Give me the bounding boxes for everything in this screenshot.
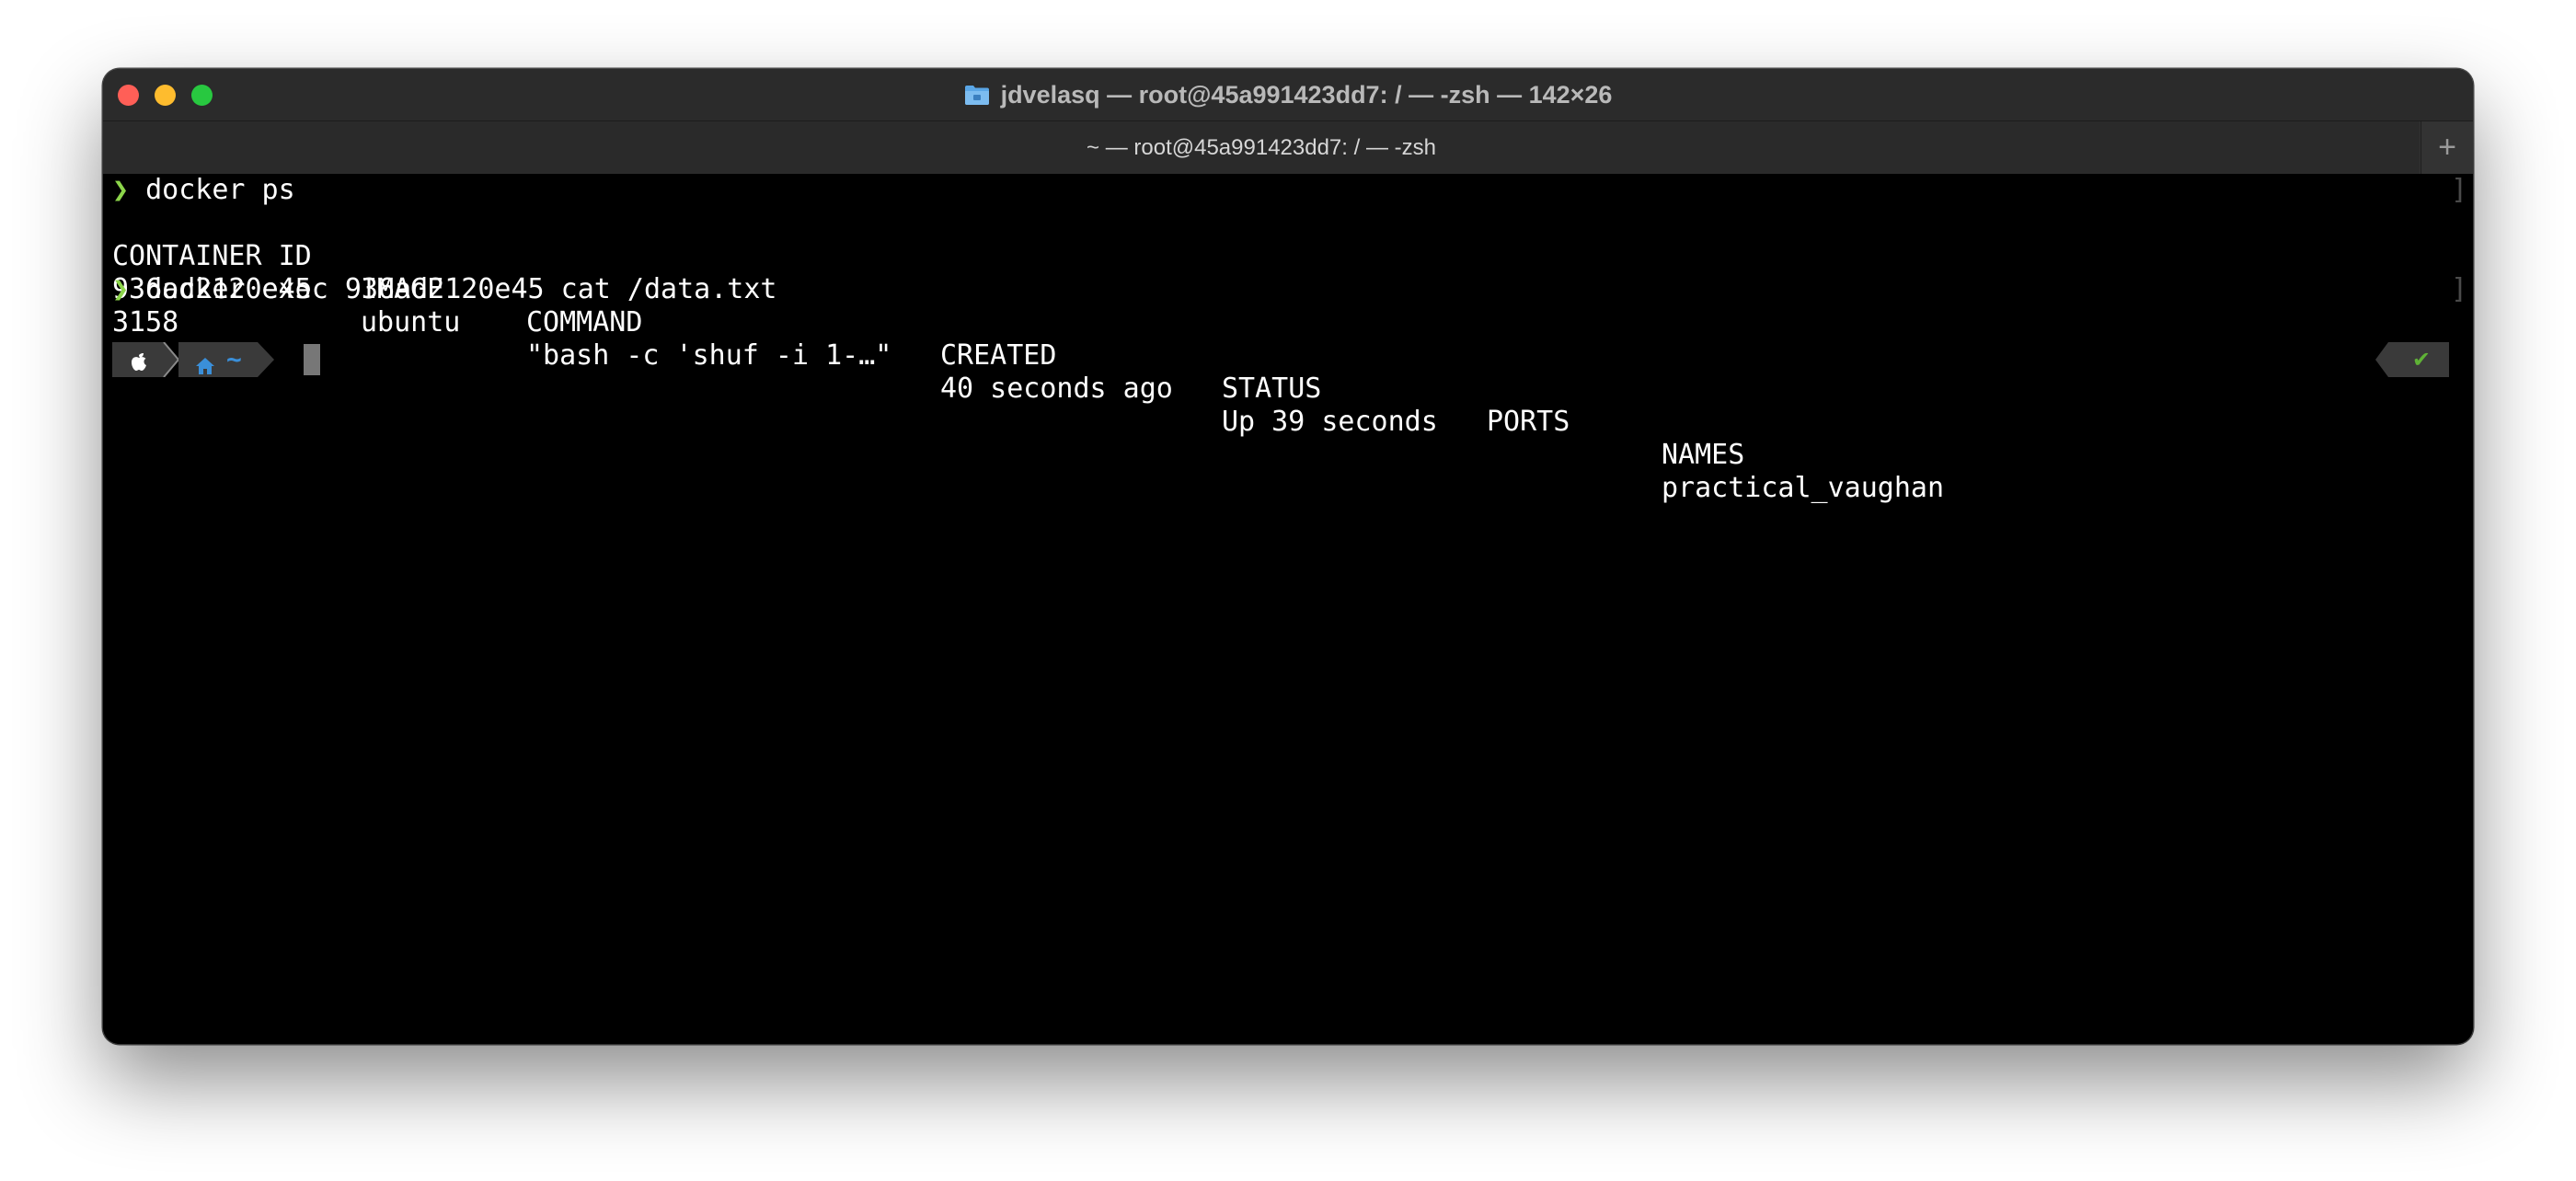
terminal-window: jdvelasq — root@45a991423dd7: / — -zsh —… (103, 69, 2473, 1044)
apple-icon (127, 348, 151, 372)
prompt-dir: ~ (226, 344, 242, 374)
command-line: ❯ docker exec 936ad2120e45 cat /data.txt (112, 273, 776, 306)
line-marker: ] (2450, 273, 2467, 305)
check-icon: ✔ (2411, 347, 2431, 373)
line-marker: ] (2450, 174, 2467, 206)
folder-icon (964, 84, 990, 106)
header-command: COMMAND (526, 306, 643, 338)
header-status: STATUS (1222, 373, 1322, 405)
terminal-output[interactable]: ❯ docker ps ] CONTAINER ID IMAGE COMMAND… (103, 174, 2473, 1044)
header-names: NAMES (1662, 439, 1745, 471)
table-header-row: CONTAINER ID IMAGE COMMAND CREATED STATU… (112, 207, 2320, 471)
cell-image: ubuntu (361, 306, 461, 338)
cell-names: practical_vaughan (1662, 472, 1945, 504)
prompt-arrow-icon: ❯ (112, 273, 130, 305)
cell-created: 40 seconds ago (940, 373, 1173, 405)
prompt-arrow-icon: ❯ (112, 174, 130, 206)
command-output: 3158 (112, 306, 179, 338)
tab-label: ~ — root@45a991423dd7: / — -zsh (1087, 134, 1436, 160)
window-title: jdvelasq — root@45a991423dd7: / — -zsh —… (1000, 80, 1613, 109)
new-tab-button[interactable]: + (2421, 121, 2473, 174)
tab-bar: ~ — root@45a991423dd7: / — -zsh + (103, 120, 2473, 174)
cell-status: Up 39 seconds (1222, 406, 1438, 438)
tab-active[interactable]: ~ — root@45a991423dd7: / — -zsh (103, 121, 2420, 174)
window-title-area: jdvelasq — root@45a991423dd7: / — -zsh —… (103, 69, 2473, 120)
title-bar[interactable]: jdvelasq — root@45a991423dd7: / — -zsh —… (103, 69, 2473, 120)
command-text: docker ps (145, 174, 295, 206)
home-icon (195, 350, 215, 374)
table-row: 936ad2120e45 ubuntu "bash -c 'shuf -i 1-… (112, 240, 2320, 504)
cursor (304, 344, 320, 375)
command-text: docker exec 936ad2120e45 cat /data.txt (145, 273, 777, 305)
header-ports: PORTS (1487, 406, 1570, 438)
header-created: CREATED (940, 339, 1057, 372)
cell-command: "bash -c 'shuf -i 1-…" (526, 339, 892, 372)
command-line: ❯ docker ps (112, 174, 295, 207)
